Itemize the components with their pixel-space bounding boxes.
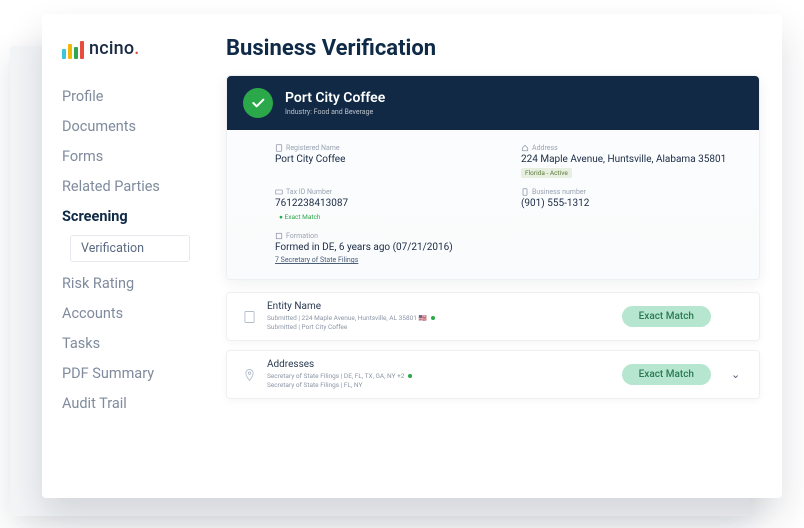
address-status-tag: Florida - Active: [521, 168, 572, 178]
nav-item-risk-rating[interactable]: Risk Rating: [62, 268, 206, 298]
nav-subitem-verification[interactable]: Verification: [70, 235, 190, 262]
document-icon: [275, 144, 283, 152]
building-icon: [275, 232, 283, 240]
chevron-down-icon[interactable]: ⌄: [731, 368, 745, 381]
business-industry: Industry: Food and Beverage: [285, 108, 385, 116]
field-registered-name: Registered Name Port City Coffee: [275, 144, 497, 178]
verification-body: Registered Name Port City Coffee Address…: [227, 130, 759, 279]
logo-bars-icon: [62, 41, 84, 59]
formation-value: Formed in DE, 6 years ago (07/21/2016): [275, 242, 497, 253]
registered-name-value: Port City Coffee: [275, 154, 497, 165]
result-title: Entity Name: [267, 301, 612, 312]
nav-item-profile[interactable]: Profile: [62, 81, 206, 111]
nav-item-related-parties[interactable]: Related Parties: [62, 171, 206, 201]
phone-icon: [521, 188, 529, 196]
main-card: ncino. Profile Documents Forms Related P…: [42, 14, 782, 498]
taxid-match-tag: Exact Match: [275, 212, 324, 222]
field-formation: Formation Formed in DE, 6 years ago (07/…: [275, 232, 497, 265]
verification-card: Port City Coffee Industry: Food and Beve…: [226, 75, 760, 280]
address-value: 224 Maple Avenue, Huntsville, Alabama 35…: [521, 154, 743, 165]
page-title: Business Verification: [226, 36, 760, 61]
taxid-value: 7612238413087: [275, 198, 497, 209]
nav-item-pdf-summary[interactable]: PDF Summary: [62, 358, 206, 388]
field-address: Address 224 Maple Avenue, Huntsville, Al…: [521, 144, 743, 178]
result-line: Submitted | 224 Maple Avenue, Huntsville…: [267, 314, 612, 322]
sidebar: ncino. Profile Documents Forms Related P…: [42, 14, 206, 498]
logo-text: ncino.: [89, 38, 139, 59]
result-row-entity-name: Entity Name Submitted | 224 Maple Avenue…: [226, 292, 760, 341]
check-circle-icon: [243, 88, 273, 118]
match-badge: Exact Match: [622, 364, 711, 385]
nav-item-screening[interactable]: Screening: [62, 201, 206, 231]
home-icon: [521, 144, 529, 152]
sos-filings-link[interactable]: 7 Secretary of State Filings: [275, 256, 358, 264]
nav-item-accounts[interactable]: Accounts: [62, 298, 206, 328]
business-number-value: (901) 555-1312: [521, 198, 743, 209]
result-line: Secretary of State Filings | DE, FL, TX,…: [267, 372, 612, 380]
result-row-addresses: Addresses Secretary of State Filings | D…: [226, 350, 760, 399]
nav-item-audit-trail[interactable]: Audit Trail: [62, 388, 206, 418]
verification-header: Port City Coffee Industry: Food and Beve…: [227, 76, 759, 130]
nav-item-forms[interactable]: Forms: [62, 141, 206, 171]
nav-list: Profile Documents Forms Related Parties …: [62, 81, 206, 418]
result-line: Submitted | Port City Coffee: [267, 323, 612, 331]
field-business-number: Business number (901) 555-1312: [521, 188, 743, 222]
logo: ncino.: [62, 38, 206, 59]
pin-icon: [241, 368, 257, 382]
business-name: Port City Coffee: [285, 90, 385, 106]
nav-item-documents[interactable]: Documents: [62, 111, 206, 141]
id-icon: [275, 188, 283, 196]
nav-item-tasks[interactable]: Tasks: [62, 328, 206, 358]
result-title: Addresses: [267, 359, 612, 370]
result-line: Secretary of State Filings | FL, NY: [267, 381, 612, 389]
field-taxid: Tax ID Number 7612238413087 Exact Match: [275, 188, 497, 222]
entity-icon: [241, 310, 257, 324]
main-content: Business Verification Port City Coffee I…: [206, 14, 782, 498]
match-badge: Exact Match: [622, 306, 711, 327]
